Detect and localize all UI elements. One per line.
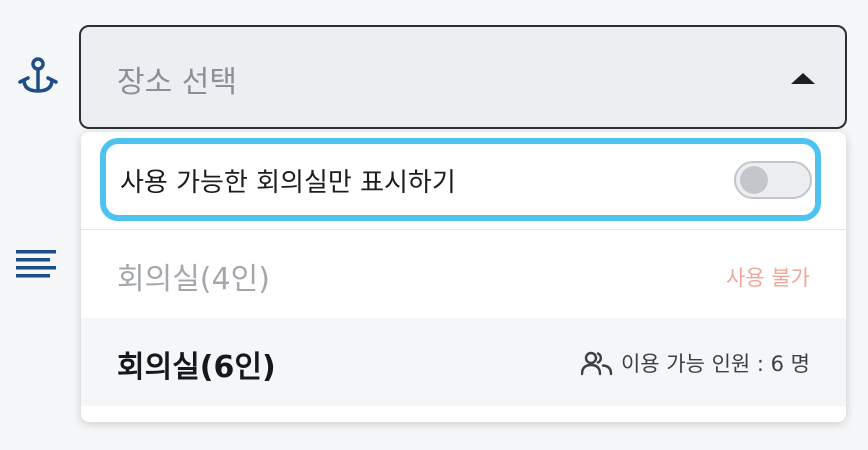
toggle-knob	[740, 166, 768, 194]
location-dropdown: 사용 가능한 회의실만 표시하기 회의실(4인) 사용 불가 회의실(6인) 이…	[81, 132, 846, 422]
room-option-6[interactable]: 회의실(6인) 이용 가능 인원 : 6 명	[81, 318, 846, 406]
room-status: 사용 불가	[726, 266, 810, 290]
room-name: 회의실(6인)	[117, 350, 276, 385]
room-option-4[interactable]: 회의실(4인) 사용 불가	[81, 229, 846, 318]
filter-label: 사용 가능한 회의실만 표시하기	[120, 168, 456, 198]
capacity-text: 이용 가능 인원 : 6 명	[620, 352, 810, 376]
caret-up-icon[interactable]	[791, 73, 815, 84]
available-only-toggle[interactable]	[734, 161, 812, 199]
lines-icon	[16, 250, 56, 278]
people-icon	[580, 351, 613, 376]
select-placeholder: 장소 선택	[117, 65, 237, 100]
anchor-icon	[18, 57, 58, 93]
available-only-filter[interactable]: 사용 가능한 회의실만 표시하기	[100, 138, 821, 221]
room-capacity: 이용 가능 인원 : 6 명	[580, 348, 810, 378]
room-name: 회의실(4인)	[117, 262, 270, 297]
location-select[interactable]: 장소 선택	[79, 25, 847, 129]
